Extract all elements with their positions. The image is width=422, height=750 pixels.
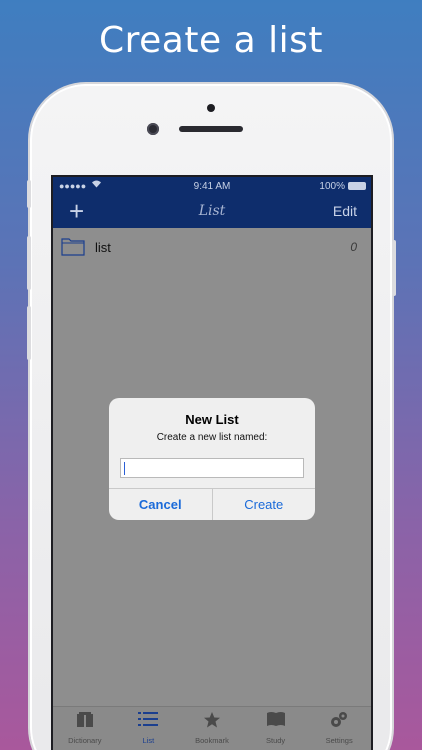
battery-icon — [348, 182, 366, 190]
text-cursor — [124, 462, 125, 475]
tab-list-label: List — [142, 736, 155, 745]
volume-down-button — [27, 306, 31, 360]
folder-icon — [61, 236, 85, 261]
gears-icon — [307, 711, 371, 733]
status-bar: ●●●●● 9:41 AM 100% — [53, 177, 371, 195]
tab-settings[interactable]: Settings — [307, 707, 371, 750]
edit-button[interactable]: Edit — [333, 203, 357, 219]
dialog-title: New List — [185, 412, 239, 427]
star-icon — [180, 711, 244, 733]
proximity-sensor — [207, 104, 215, 112]
tab-list[interactable]: List — [117, 707, 181, 750]
dialog-message: Create a new list named: — [156, 432, 268, 443]
list-item-count: 0 — [350, 240, 357, 254]
list-icon — [117, 711, 181, 733]
battery-percent: 100% — [319, 181, 345, 192]
nav-title: List — [198, 203, 226, 219]
tab-bar: Dictionary List Bookmark Study Settings — [53, 706, 371, 750]
list-item[interactable]: list 0 — [53, 228, 371, 266]
earpiece-speaker — [179, 126, 243, 132]
tab-dictionary[interactable]: Dictionary — [53, 707, 117, 750]
tab-study[interactable]: Study — [244, 707, 308, 750]
power-button — [392, 240, 396, 296]
cancel-button[interactable]: Cancel — [109, 489, 213, 520]
book-icon — [244, 711, 308, 733]
tab-settings-label: Settings — [325, 736, 353, 745]
list-item-label: list — [95, 240, 111, 255]
tab-bookmark[interactable]: Bookmark — [180, 707, 244, 750]
phone-screen: ●●●●● 9:41 AM 100% + List Edit list 0 Ne… — [51, 175, 373, 750]
dictionary-icon — [53, 711, 117, 733]
promo-headline: Create a list — [99, 20, 323, 61]
list-name-input[interactable] — [120, 458, 304, 478]
navigation-bar: + List Edit — [53, 195, 371, 228]
create-button[interactable]: Create — [213, 489, 316, 520]
tab-study-label: Study — [265, 736, 286, 745]
new-list-dialog: New List Create a new list named: Cancel… — [109, 398, 315, 520]
volume-up-button — [27, 236, 31, 290]
tab-dictionary-label: Dictionary — [68, 736, 102, 745]
front-camera-icon — [147, 123, 159, 135]
tab-bookmark-label: Bookmark — [195, 736, 229, 745]
dialog-buttons: Cancel Create — [109, 488, 315, 520]
mute-switch — [27, 180, 31, 208]
